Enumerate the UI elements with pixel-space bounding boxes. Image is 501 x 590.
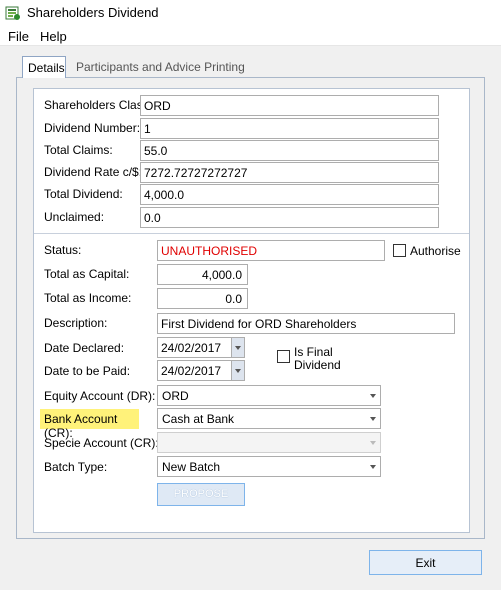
capital-field[interactable]: 4,000.0 xyxy=(157,264,248,285)
chevron-down-icon xyxy=(370,465,376,469)
description-label: Description: xyxy=(44,316,108,330)
declared-dropdown-button[interactable] xyxy=(231,338,244,357)
chevron-down-icon xyxy=(370,394,376,398)
status-label: Status: xyxy=(44,243,82,257)
menu-bar xyxy=(0,26,501,46)
specie-select[interactable] xyxy=(157,432,381,453)
section-divider xyxy=(34,233,469,234)
batch-label: Batch Type: xyxy=(44,460,108,474)
batch-select[interactable]: New Batch xyxy=(157,456,381,477)
batch-value: New Batch xyxy=(162,460,221,474)
claims-label: Total Claims: xyxy=(44,143,113,157)
authorise-checkbox[interactable] xyxy=(393,244,406,257)
chevron-down-icon xyxy=(235,346,241,350)
paid-label: Date to be Paid: xyxy=(44,364,131,378)
final-dividend-label-line2: Dividend xyxy=(294,358,341,372)
description-field[interactable]: First Dividend for ORD Shareholders xyxy=(157,313,455,334)
paid-dropdown-button[interactable] xyxy=(231,361,244,380)
paid-date-value: 24/02/2017 xyxy=(161,364,222,378)
bank-label: Bank Account (CR): xyxy=(40,409,139,440)
paid-date-picker[interactable]: 24/02/2017 xyxy=(157,360,245,381)
class-label: Shareholders Class: xyxy=(44,98,153,112)
final-dividend-label[interactable]: Is Final Dividend xyxy=(294,346,341,372)
rate-label: Dividend Rate c/$: xyxy=(44,165,143,179)
equity-value: ORD xyxy=(162,389,189,403)
app-icon xyxy=(5,6,20,20)
equity-label: Equity Account (DR): xyxy=(44,389,156,403)
number-label: Dividend Number: xyxy=(44,121,141,135)
chevron-down-icon xyxy=(235,369,241,373)
chevron-down-icon xyxy=(370,441,376,445)
unclaimed-field[interactable]: 0.0 xyxy=(140,207,439,228)
authorise-label[interactable]: Authorise xyxy=(410,244,461,258)
declared-date-value: 24/02/2017 xyxy=(161,341,222,355)
total-dividend-label: Total Dividend: xyxy=(44,187,123,201)
capital-label: Total as Capital: xyxy=(44,267,130,281)
final-dividend-checkbox[interactable] xyxy=(277,350,290,363)
class-field[interactable]: ORD xyxy=(140,95,439,116)
total-dividend-field[interactable]: 4,000.0 xyxy=(140,184,439,205)
bank-value: Cash at Bank xyxy=(162,412,235,426)
specie-label: Specie Account (CR): xyxy=(44,436,159,450)
declared-label: Date Declared: xyxy=(44,341,125,355)
exit-button[interactable]: Exit xyxy=(369,550,482,575)
income-field[interactable]: 0.0 xyxy=(157,288,248,309)
bank-select[interactable]: Cash at Bank xyxy=(157,408,381,429)
chevron-down-icon xyxy=(370,417,376,421)
claims-field[interactable]: 55.0 xyxy=(140,140,439,161)
unclaimed-label: Unclaimed: xyxy=(44,210,105,224)
rate-field[interactable]: 7272.72727272727 xyxy=(140,162,439,183)
status-field: UNAUTHORISED xyxy=(157,240,385,261)
tab-details[interactable]: Details xyxy=(22,56,66,78)
propose-button[interactable]: PROPOSE xyxy=(157,483,245,506)
menu-help[interactable]: Help xyxy=(40,29,67,44)
tab-participants[interactable]: Participants and Advice Printing xyxy=(76,60,245,74)
equity-select[interactable]: ORD xyxy=(157,385,381,406)
declared-date-picker[interactable]: 24/02/2017 xyxy=(157,337,245,358)
number-field[interactable]: 1 xyxy=(140,118,439,139)
window-title: Shareholders Dividend xyxy=(27,5,159,20)
income-label: Total as Income: xyxy=(44,291,132,305)
menu-file[interactable]: File xyxy=(8,29,29,44)
